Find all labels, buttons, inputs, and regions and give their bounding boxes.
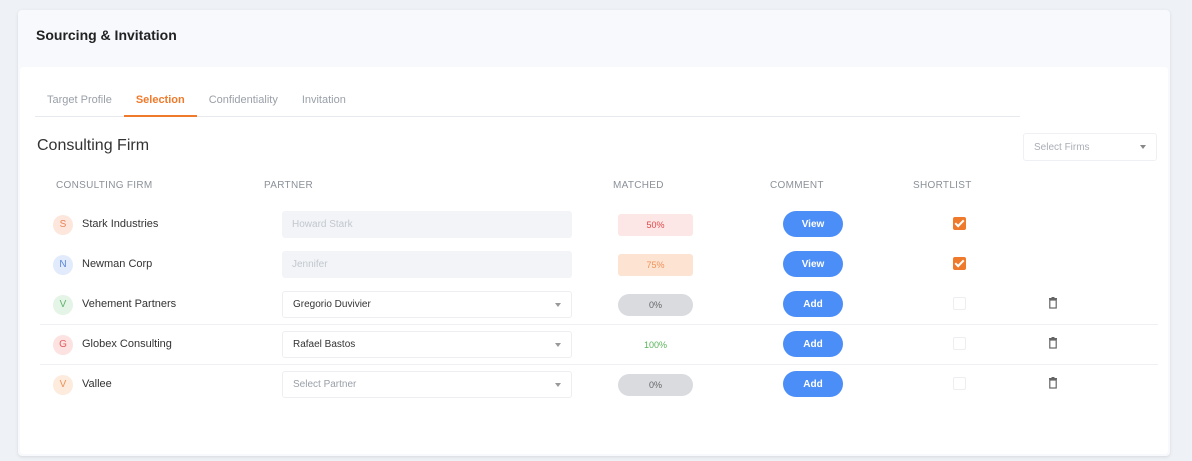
chevron-down-icon [555, 382, 561, 387]
view-comment-button[interactable]: View [783, 211, 843, 237]
firm-name: Vehement Partners [82, 298, 177, 310]
column-header-partner: PARTNER [264, 180, 313, 191]
partner-value: Gregorio Duvivier [293, 299, 371, 310]
chevron-down-icon [555, 302, 561, 307]
avatar: N [53, 255, 73, 275]
firm-name: Stark Industries [82, 218, 159, 230]
matched-badge: 0% [618, 374, 693, 396]
content-panel: Target Profile Selection Confidentiality… [20, 67, 1168, 454]
shortlist-checkbox[interactable] [953, 217, 966, 230]
partner-dropdown[interactable]: Rafael Bastos [282, 331, 572, 358]
table-row: N Newman Corp Jennifer 75% View [40, 245, 1158, 285]
shortlist-checkbox[interactable] [953, 297, 966, 310]
partner-dropdown[interactable]: Gregorio Duvivier [282, 291, 572, 318]
section-title: Consulting Firm [37, 137, 150, 154]
trash-icon[interactable] [1048, 297, 1058, 309]
matched-badge: 50% [618, 214, 693, 236]
shortlist-checkbox[interactable] [953, 337, 966, 350]
tab-selection[interactable]: Selection [123, 83, 197, 117]
firm-name: Globex Consulting [82, 338, 172, 350]
select-firms-placeholder: Select Firms [1034, 141, 1090, 153]
matched-badge: 0% [618, 294, 693, 316]
column-header-firm: CONSULTING FIRM [56, 180, 153, 191]
partner-dropdown[interactable]: Select Partner [282, 371, 572, 398]
page-title: Sourcing & Invitation [36, 27, 177, 43]
chevron-down-icon [1140, 145, 1146, 149]
trash-icon[interactable] [1048, 337, 1058, 349]
matched-badge: 75% [618, 254, 693, 276]
partner-value: Rafael Bastos [293, 339, 356, 350]
column-header-matched: MATCHED [613, 180, 664, 191]
column-header-comment: COMMENT [770, 180, 824, 191]
trash-icon[interactable] [1048, 377, 1058, 389]
table-row: S Stark Industries Howard Stark 50% View [40, 205, 1158, 245]
shortlist-checkbox[interactable] [953, 257, 966, 270]
partner-field: Howard Stark [282, 211, 572, 238]
table-row: G Globex Consulting Rafael Bastos 100% Add [40, 325, 1158, 365]
avatar: V [53, 295, 73, 315]
firm-name: Vallee [82, 378, 112, 390]
avatar: S [53, 215, 73, 235]
tab-invitation[interactable]: Invitation [290, 83, 358, 117]
column-header-shortlist: SHORTLIST [913, 180, 972, 191]
shortlist-checkbox[interactable] [953, 377, 966, 390]
table-row: V Vallee Select Partner 0% Add [40, 365, 1158, 405]
tab-confidentiality[interactable]: Confidentiality [197, 83, 290, 117]
sourcing-card: Sourcing & Invitation Target Profile Sel… [18, 10, 1170, 456]
chevron-down-icon [555, 342, 561, 347]
add-comment-button[interactable]: Add [783, 331, 843, 357]
partner-value: Howard Stark [292, 219, 353, 230]
avatar: G [53, 335, 73, 355]
partner-field: Jennifer [282, 251, 572, 278]
add-comment-button[interactable]: Add [783, 291, 843, 317]
tab-target-profile[interactable]: Target Profile [35, 83, 124, 117]
table-row: V Vehement Partners Gregorio Duvivier 0% Add [40, 285, 1158, 325]
add-comment-button[interactable]: Add [783, 371, 843, 397]
matched-badge: 100% [618, 334, 693, 356]
avatar: V [53, 375, 73, 395]
firm-name: Newman Corp [82, 258, 153, 270]
partner-value: Jennifer [292, 259, 328, 270]
view-comment-button[interactable]: View [783, 251, 843, 277]
tab-bar: Target Profile Selection Confidentiality… [35, 83, 1020, 117]
partner-value: Select Partner [293, 379, 357, 390]
select-firms-dropdown[interactable]: Select Firms [1023, 133, 1157, 161]
